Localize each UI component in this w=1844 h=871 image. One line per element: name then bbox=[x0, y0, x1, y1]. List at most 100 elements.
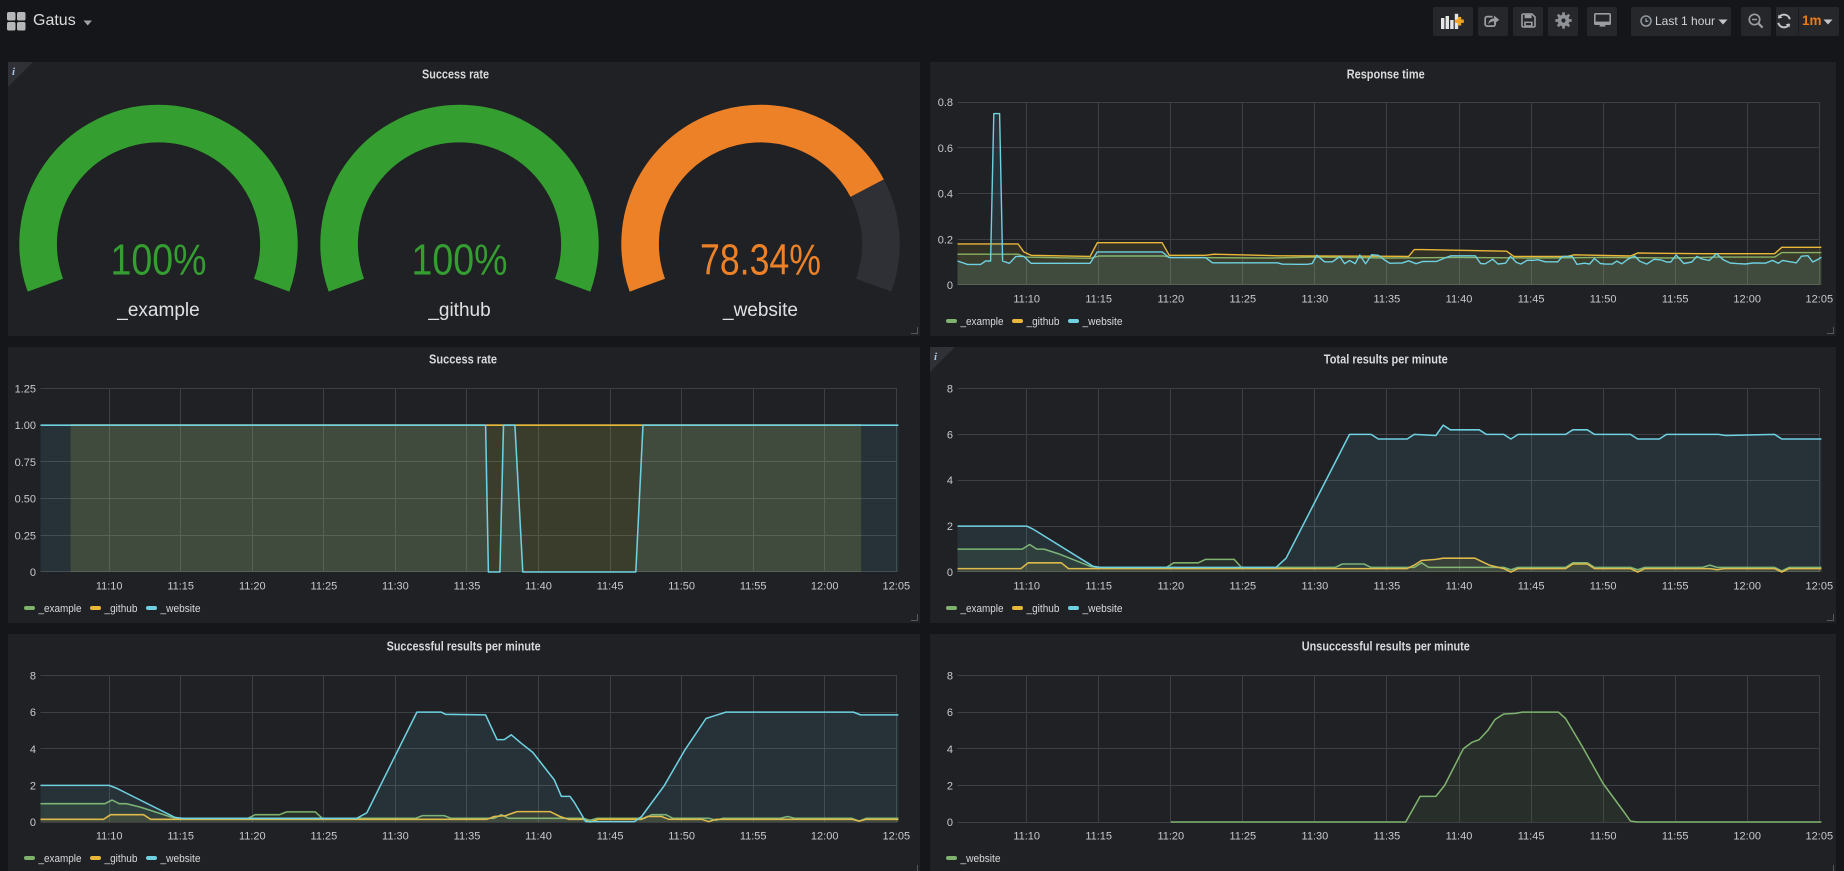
svg-text:11:50: 11:50 bbox=[1590, 581, 1617, 593]
svg-text:_example: _example bbox=[38, 603, 82, 615]
svg-text:11:20: 11:20 bbox=[239, 581, 266, 593]
svg-text:11:50: 11:50 bbox=[1590, 294, 1617, 306]
svg-text:_example: _example bbox=[960, 603, 1004, 615]
svg-text:11:35: 11:35 bbox=[1374, 294, 1401, 306]
svg-text:11:35: 11:35 bbox=[1374, 581, 1401, 593]
svg-text:100%: 100% bbox=[412, 236, 508, 285]
svg-text:4: 4 bbox=[947, 475, 953, 487]
svg-text:11:35: 11:35 bbox=[454, 581, 481, 593]
svg-text:0: 0 bbox=[30, 817, 36, 829]
svg-text:78.34%: 78.34% bbox=[700, 236, 821, 285]
svg-text:11:20: 11:20 bbox=[239, 831, 266, 843]
svg-text:11:45: 11:45 bbox=[1518, 581, 1545, 593]
svg-text:Response time: Response time bbox=[1347, 67, 1425, 82]
svg-text:11:10: 11:10 bbox=[1013, 831, 1040, 843]
svg-text:11:30: 11:30 bbox=[1302, 294, 1329, 306]
svg-text:_example: _example bbox=[38, 853, 82, 865]
svg-text:12:00: 12:00 bbox=[811, 581, 839, 593]
svg-text:12:05: 12:05 bbox=[1806, 294, 1834, 306]
svg-text:_website: _website bbox=[160, 603, 201, 615]
svg-text:6: 6 bbox=[30, 707, 36, 719]
svg-text:_example: _example bbox=[960, 316, 1004, 328]
svg-text:11:20: 11:20 bbox=[1157, 581, 1184, 593]
svg-text:_github: _github bbox=[104, 603, 138, 615]
svg-text:11:55: 11:55 bbox=[1662, 294, 1689, 306]
svg-text:1.25: 1.25 bbox=[15, 384, 36, 396]
svg-text:12:00: 12:00 bbox=[1733, 581, 1761, 593]
svg-text:0: 0 bbox=[947, 567, 953, 579]
svg-text:Success rate: Success rate bbox=[422, 67, 489, 82]
svg-text:0.2: 0.2 bbox=[938, 234, 953, 246]
svg-text:Unsuccessful results per minut: Unsuccessful results per minute bbox=[1302, 639, 1470, 654]
svg-text:0: 0 bbox=[30, 567, 36, 579]
svg-text:0: 0 bbox=[947, 280, 953, 292]
svg-text:11:55: 11:55 bbox=[1662, 581, 1689, 593]
svg-text:11:15: 11:15 bbox=[167, 581, 194, 593]
svg-text:12:00: 12:00 bbox=[811, 831, 839, 843]
svg-text:4: 4 bbox=[30, 744, 36, 756]
svg-text:11:40: 11:40 bbox=[1446, 294, 1473, 306]
svg-text:0.8: 0.8 bbox=[938, 97, 953, 109]
svg-text:11:25: 11:25 bbox=[311, 581, 338, 593]
svg-text:11:35: 11:35 bbox=[454, 831, 481, 843]
svg-text:11:40: 11:40 bbox=[1446, 581, 1473, 593]
svg-text:11:30: 11:30 bbox=[382, 831, 409, 843]
svg-text:11:45: 11:45 bbox=[597, 581, 624, 593]
svg-text:11:30: 11:30 bbox=[1302, 581, 1329, 593]
svg-text:11:40: 11:40 bbox=[1446, 831, 1473, 843]
svg-text:12:05: 12:05 bbox=[1806, 831, 1834, 843]
svg-text:4: 4 bbox=[947, 744, 953, 756]
svg-text:6: 6 bbox=[947, 707, 953, 719]
svg-text:_github: _github bbox=[1026, 316, 1060, 328]
svg-text:11:45: 11:45 bbox=[1518, 831, 1545, 843]
svg-text:8: 8 bbox=[947, 384, 953, 396]
svg-text:11:55: 11:55 bbox=[740, 831, 767, 843]
svg-text:Successful results per minute: Successful results per minute bbox=[387, 639, 541, 654]
svg-text:_github: _github bbox=[1026, 603, 1060, 615]
svg-text:11:50: 11:50 bbox=[1590, 831, 1617, 843]
svg-text:Success rate: Success rate bbox=[429, 352, 497, 367]
svg-text:0.6: 0.6 bbox=[938, 143, 953, 155]
svg-text:12:00: 12:00 bbox=[1733, 831, 1761, 843]
svg-text:12:05: 12:05 bbox=[1806, 581, 1834, 593]
svg-text:0: 0 bbox=[947, 817, 953, 829]
svg-text:0.25: 0.25 bbox=[15, 530, 36, 542]
svg-text:11:10: 11:10 bbox=[1013, 581, 1040, 593]
svg-text:_github: _github bbox=[104, 853, 138, 865]
svg-text:11:15: 11:15 bbox=[167, 831, 194, 843]
svg-text:_website: _website bbox=[722, 300, 798, 321]
svg-text:12:00: 12:00 bbox=[1733, 294, 1761, 306]
svg-text:11:15: 11:15 bbox=[1085, 294, 1112, 306]
svg-text:11:20: 11:20 bbox=[1157, 294, 1184, 306]
svg-text:2: 2 bbox=[947, 780, 953, 792]
svg-text:11:10: 11:10 bbox=[96, 581, 123, 593]
svg-text:2: 2 bbox=[30, 780, 36, 792]
svg-text:12:05: 12:05 bbox=[883, 581, 911, 593]
svg-text:100%: 100% bbox=[111, 236, 207, 285]
svg-text:_github: _github bbox=[427, 300, 490, 321]
svg-text:8: 8 bbox=[947, 671, 953, 683]
svg-text:11:50: 11:50 bbox=[668, 831, 695, 843]
svg-text:11:35: 11:35 bbox=[1374, 831, 1401, 843]
svg-text:11:25: 11:25 bbox=[1229, 831, 1256, 843]
svg-text:_example: _example bbox=[116, 300, 199, 321]
svg-text:2: 2 bbox=[947, 521, 953, 533]
svg-text:11:40: 11:40 bbox=[525, 831, 552, 843]
svg-text:0.75: 0.75 bbox=[15, 457, 36, 469]
svg-text:11:55: 11:55 bbox=[1662, 831, 1689, 843]
svg-text:_website: _website bbox=[1082, 603, 1123, 615]
svg-text:11:55: 11:55 bbox=[740, 581, 767, 593]
svg-text:0.50: 0.50 bbox=[15, 494, 36, 506]
svg-text:11:40: 11:40 bbox=[525, 581, 552, 593]
svg-text:11:45: 11:45 bbox=[597, 831, 624, 843]
svg-text:6: 6 bbox=[947, 429, 953, 441]
svg-text:11:25: 11:25 bbox=[1229, 581, 1256, 593]
svg-text:11:20: 11:20 bbox=[1157, 831, 1184, 843]
svg-text:11:10: 11:10 bbox=[1013, 294, 1040, 306]
svg-text:12:05: 12:05 bbox=[883, 831, 911, 843]
svg-text:11:30: 11:30 bbox=[382, 581, 409, 593]
svg-text:11:50: 11:50 bbox=[668, 581, 695, 593]
svg-text:11:45: 11:45 bbox=[1518, 294, 1545, 306]
svg-text:1.00: 1.00 bbox=[15, 420, 36, 432]
svg-text:11:15: 11:15 bbox=[1085, 581, 1112, 593]
